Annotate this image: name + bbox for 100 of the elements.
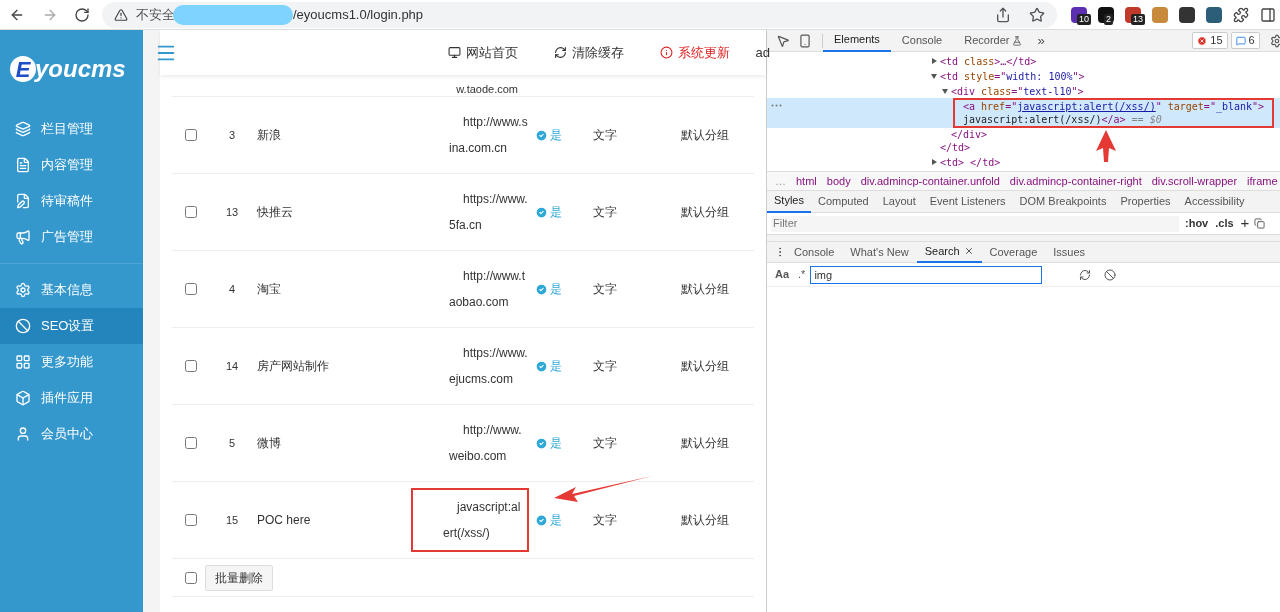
inspect-icon[interactable] bbox=[776, 33, 790, 48]
refresh-icon[interactable] bbox=[1079, 268, 1092, 281]
sidebar-item[interactable]: SEO设置 bbox=[0, 308, 143, 344]
close-icon[interactable] bbox=[963, 246, 974, 256]
styles-filter-field[interactable]: Filter bbox=[771, 215, 1179, 232]
breadcrumb[interactable]: body bbox=[826, 172, 851, 190]
group-cell-text: 默认分组 bbox=[681, 281, 729, 298]
header-link[interactable]: 网站首页 bbox=[447, 42, 518, 63]
extension-icon[interactable] bbox=[1206, 6, 1222, 23]
collapsed-triangle-icon[interactable] bbox=[931, 58, 937, 64]
id-cell-text: 5 bbox=[227, 435, 237, 451]
dom-node[interactable]: <td> </td> bbox=[931, 155, 1001, 169]
breadcrumb[interactable]: div.admincp-container.unfold bbox=[860, 172, 1000, 190]
more-tabs-button[interactable]: » bbox=[1037, 30, 1045, 51]
id-cell-text: 3 bbox=[227, 127, 237, 143]
id-cell-text: 14 bbox=[224, 358, 240, 374]
expanded-triangle-icon[interactable] bbox=[942, 88, 948, 94]
check-icon bbox=[535, 128, 548, 142]
side-panel-icon[interactable] bbox=[1260, 6, 1276, 23]
styles-tab[interactable]: Layout bbox=[875, 190, 923, 213]
dom-node[interactable]: <td style="width: 100%"> bbox=[931, 69, 1085, 83]
drawer-tab[interactable]: Console bbox=[786, 241, 843, 263]
row-checkbox[interactable] bbox=[185, 283, 197, 295]
extension-badge: 13 bbox=[1131, 13, 1145, 25]
class-button[interactable]: .cls bbox=[1215, 215, 1234, 232]
regex-button[interactable]: .* bbox=[798, 266, 806, 283]
closing-tag: </div> bbox=[951, 129, 988, 140]
id-cell-text: 4 bbox=[227, 281, 237, 297]
row-checkbox[interactable] bbox=[185, 514, 197, 526]
row-checkbox[interactable] bbox=[185, 206, 197, 218]
styles-tab[interactable]: DOM Breakpoints bbox=[1012, 190, 1114, 213]
row-checkbox[interactable] bbox=[185, 129, 197, 141]
styles-tab[interactable]: Properties bbox=[1113, 190, 1178, 213]
reload-icon[interactable] bbox=[74, 6, 90, 23]
error-count-badge[interactable]: 15 bbox=[1192, 32, 1228, 49]
type-cell-text: 文字 bbox=[593, 358, 617, 375]
refresh-icon bbox=[553, 46, 567, 59]
user-name[interactable]: ad bbox=[755, 42, 770, 63]
dom-node[interactable]: <td class>…</td> bbox=[931, 54, 1037, 68]
hover-state-button[interactable]: :hov bbox=[1185, 215, 1209, 232]
check-icon bbox=[535, 205, 548, 219]
bookmark-star-icon[interactable] bbox=[1029, 6, 1045, 23]
type-cell-text: 文字 bbox=[593, 435, 617, 452]
message-count-badge[interactable]: 6 bbox=[1230, 32, 1260, 49]
styles-tab[interactable]: Styles bbox=[767, 190, 811, 213]
message-icon bbox=[1235, 35, 1246, 46]
drawer-tab[interactable]: What's New bbox=[842, 241, 917, 263]
logo[interactable]: E youcms bbox=[0, 30, 143, 108]
ellipsis-icon[interactable] bbox=[771, 104, 782, 107]
copy-icon[interactable] bbox=[1254, 218, 1266, 229]
dom-node[interactable]: <a href="javascript:alert(/xss/)" target="_blank"> javascript:alert(/xss/)</a> == $0 bbox=[953, 98, 1275, 128]
clear-icon[interactable] bbox=[1104, 268, 1117, 281]
dom-node[interactable]: <div class="text-l10"> bbox=[942, 84, 1084, 98]
search-field[interactable]: img bbox=[810, 265, 1043, 284]
settings-icon[interactable] bbox=[1269, 33, 1280, 48]
match-case-button[interactable]: Aa bbox=[775, 266, 790, 283]
extension-badge: 10 bbox=[1077, 13, 1091, 25]
styles-tab[interactable]: Accessibility bbox=[1177, 190, 1252, 213]
info-icon bbox=[659, 46, 673, 59]
url-text: /eyoucms1.0/login.php bbox=[293, 5, 424, 24]
row-checkbox[interactable] bbox=[185, 437, 197, 449]
check-icon bbox=[535, 282, 548, 296]
breadcrumb[interactable]: iframe bbox=[1247, 172, 1278, 190]
drawer-tab[interactable]: Search bbox=[916, 241, 982, 263]
drawer-tab[interactable]: Coverage bbox=[981, 241, 1046, 263]
extension-icon[interactable]: 2 bbox=[1098, 6, 1114, 23]
devtools-tab[interactable]: Console bbox=[890, 29, 954, 52]
batch-delete-button[interactable]: 批量删除 bbox=[205, 564, 273, 591]
row-checkbox[interactable] bbox=[185, 360, 197, 372]
styles-tab[interactable]: Event Listeners bbox=[922, 190, 1013, 213]
breadcrumb[interactable]: div.scroll-wrapper bbox=[1151, 172, 1238, 190]
extension-icon[interactable] bbox=[1179, 6, 1195, 23]
breadcrumb[interactable]: html bbox=[796, 172, 817, 190]
type-cell-text: 文字 bbox=[593, 281, 617, 298]
breadcrumb[interactable]: div.admincp-container-right bbox=[1009, 172, 1142, 190]
name-cell-text: 房产网站制作 bbox=[257, 358, 330, 375]
devtools-tab[interactable]: Elements bbox=[823, 29, 891, 52]
styles-tab[interactable]: Computed bbox=[810, 190, 876, 213]
status-cell-text: 是 bbox=[550, 281, 562, 298]
extensions-icon[interactable] bbox=[1233, 6, 1249, 23]
collapsed-triangle-icon[interactable] bbox=[931, 159, 937, 165]
status-cell-text: 是 bbox=[550, 127, 562, 144]
header-link[interactable]: 清除缓存 bbox=[553, 42, 624, 63]
document-icon bbox=[15, 157, 31, 173]
group-cell-text: 默认分组 bbox=[681, 435, 729, 452]
select-all-checkbox[interactable] bbox=[185, 571, 197, 584]
new-rule-button[interactable]: + bbox=[1240, 212, 1250, 235]
header-link[interactable]: 系统更新 bbox=[659, 42, 730, 63]
table-cell: w.taode.com bbox=[456, 82, 518, 96]
share-icon[interactable] bbox=[995, 6, 1011, 23]
status-cell-text: 是 bbox=[550, 358, 562, 375]
device-toggle-icon[interactable] bbox=[798, 33, 812, 48]
drawer-tab[interactable]: Issues bbox=[1045, 241, 1094, 263]
group-cell-text: 默认分组 bbox=[681, 358, 729, 375]
status-cell-text: 是 bbox=[550, 512, 562, 529]
expanded-triangle-icon[interactable] bbox=[931, 73, 937, 79]
name-cell-text: 淘宝 bbox=[257, 281, 282, 298]
address-bar[interactable]: 不安全 /eyoucms1.0/login.php bbox=[102, 1, 1057, 28]
group-cell-text: 默认分组 bbox=[681, 127, 729, 144]
devtools-tab[interactable]: Recorder bbox=[953, 29, 1034, 52]
